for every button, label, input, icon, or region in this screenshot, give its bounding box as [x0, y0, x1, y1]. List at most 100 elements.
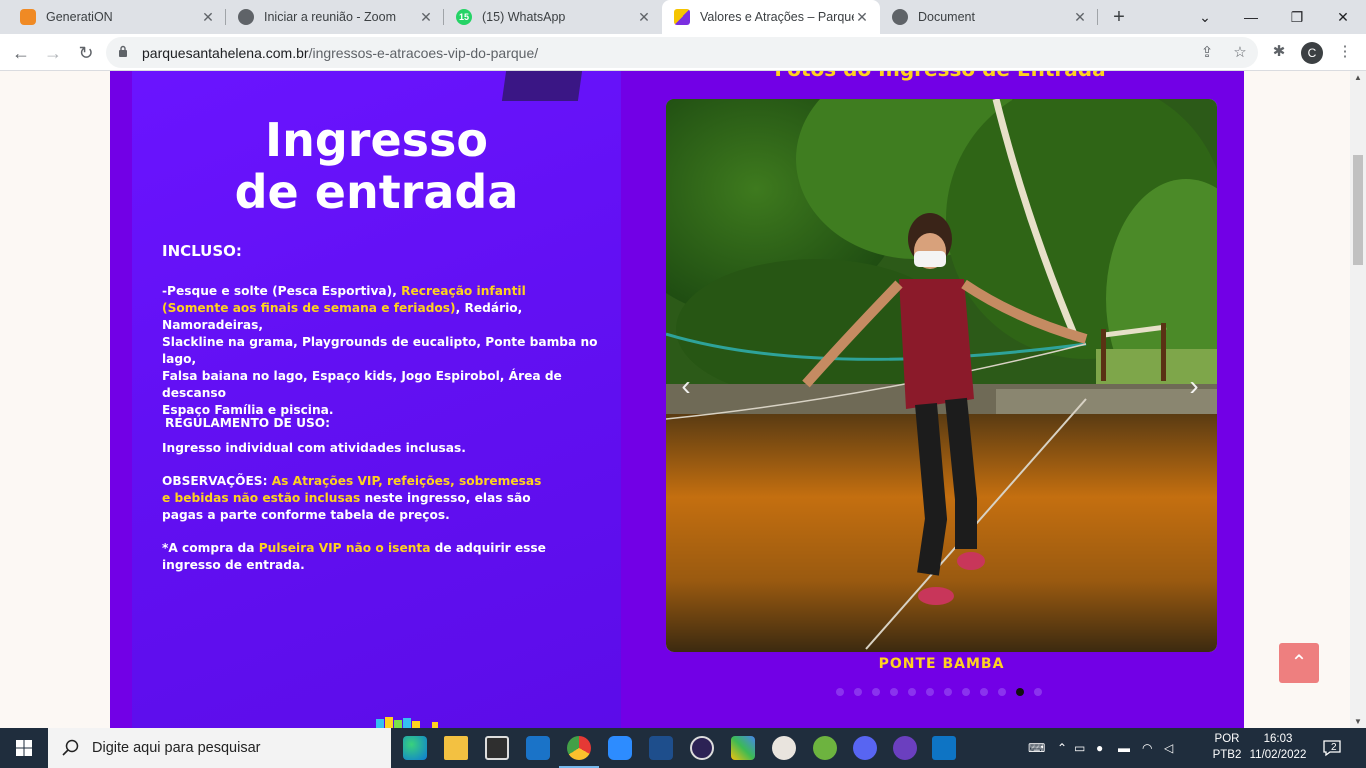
tab-whatsapp[interactable]: 15 (15) WhatsApp ✕ [444, 0, 662, 34]
tab-title: Iniciar a reunião - Zoom [264, 10, 397, 24]
gallery-dot[interactable] [908, 688, 916, 696]
vip-note-text: *A compra da Pulseira VIP não o isenta d… [162, 541, 546, 572]
tab-document[interactable]: Document ✕ [880, 0, 1098, 34]
scroll-up-icon[interactable]: ▲ [1354, 73, 1362, 82]
tab-parque-active[interactable]: Valores e Atrações – Parque Sa ✕ [662, 0, 880, 34]
gallery-dot[interactable] [926, 688, 934, 696]
gallery-dot[interactable] [944, 688, 952, 696]
chrome-icon[interactable] [559, 736, 599, 768]
extensions-icon[interactable]: ✱ [1270, 43, 1288, 61]
slide-photo[interactable] [666, 99, 1217, 652]
included-heading: INCLUSO: [162, 242, 242, 260]
lock-icon [119, 45, 127, 57]
clock[interactable]: 16:03 11/02/2022 [1246, 731, 1310, 763]
close-tab-icon[interactable]: ✕ [418, 9, 434, 26]
rules-text: Ingresso individual com atividades inclu… [162, 441, 466, 455]
url-text: parquesantahelena.com.br/ingressos-e-atr… [142, 45, 539, 61]
browser-toolbar: ← → ↻ parquesantahelena.com.br/ingressos… [0, 34, 1366, 71]
language-indicator[interactable]: POR PTB2 [1212, 731, 1242, 763]
start-button[interactable] [0, 728, 48, 768]
tab-title: Generati​ON [46, 10, 113, 24]
spring-tools-icon[interactable] [813, 736, 837, 760]
gallery-dot[interactable] [872, 688, 880, 696]
tab-search-icon[interactable]: ⌄ [1182, 0, 1228, 34]
gallery-dot[interactable] [1016, 688, 1024, 696]
gallery-prev-icon[interactable]: ‹ [676, 371, 696, 401]
bookmark-star-icon[interactable]: ☆ [1231, 44, 1249, 62]
vscode-icon[interactable] [932, 736, 956, 760]
battery-icon[interactable]: ▬ [1118, 741, 1142, 755]
microphone-icon[interactable]: ● [1096, 741, 1118, 755]
park-logo-partial [376, 717, 438, 728]
close-tab-icon[interactable]: ✕ [854, 9, 870, 26]
git-icon[interactable] [731, 736, 755, 760]
scroll-down-icon[interactable]: ▼ [1354, 717, 1362, 726]
ticket-flyer-image: Ingresso de entrada INCLUSO: -Pesque e s… [132, 71, 621, 728]
gallery-dot[interactable] [836, 688, 844, 696]
taskbar-search-input[interactable]: Digite aqui para pesquisar [48, 728, 391, 768]
keyboard-icon[interactable]: ⌨ [1028, 741, 1050, 755]
close-tab-icon[interactable]: ✕ [1072, 9, 1088, 26]
search-icon [62, 739, 79, 756]
tab-title: Document [918, 10, 975, 24]
mysql-workbench-icon[interactable] [649, 736, 673, 760]
address-bar[interactable]: parquesantahelena.com.br/ingressos-e-atr… [106, 37, 1258, 68]
gallery-dot[interactable] [998, 688, 1006, 696]
back-icon[interactable]: ← [9, 41, 33, 65]
gallery-dot[interactable] [890, 688, 898, 696]
cloud-icon [20, 9, 36, 25]
clock-time: 16:03 [1263, 733, 1293, 745]
windows-logo-icon [16, 740, 32, 756]
restore-icon[interactable]: ❐ [1274, 0, 1320, 34]
rules-heading: REGULAMENTO DE USO: [165, 416, 330, 430]
profile-avatar[interactable]: C [1301, 42, 1323, 64]
eclipse-ide-icon[interactable] [893, 736, 917, 760]
minimize-icon[interactable]: — [1228, 0, 1274, 34]
search-placeholder: Digite aqui para pesquisar [92, 740, 261, 756]
globe-icon [892, 9, 908, 25]
store-icon[interactable] [485, 736, 509, 760]
show-hidden-icons-icon[interactable]: ⌃ [1050, 741, 1074, 755]
reload-icon[interactable]: ↻ [74, 41, 98, 65]
gallery-next-icon[interactable]: › [1184, 371, 1204, 401]
edge-icon[interactable] [403, 736, 427, 760]
gallery-dot[interactable] [1034, 688, 1042, 696]
mail-icon[interactable] [526, 736, 550, 760]
scroll-to-top-button[interactable]: ⌃ [1279, 643, 1319, 683]
zoom-icon[interactable] [608, 736, 632, 760]
flyer-title-line2: de entrada [234, 165, 519, 219]
windows-taskbar: Digite aqui para pesquisar ⌨ ⌃ ▭ ● ▬ ◠ ◁… [0, 728, 1366, 768]
volume-icon[interactable]: ◁ [1164, 741, 1184, 755]
scrollbar-thumb[interactable] [1353, 155, 1363, 265]
menu-kebab-icon[interactable]: ⋮ [1336, 43, 1354, 61]
paint-icon[interactable] [772, 736, 796, 760]
close-window-icon[interactable]: ✕ [1320, 0, 1366, 34]
tab-generation[interactable]: Generati​ON ✕ [8, 0, 226, 34]
eclipse-icon[interactable] [690, 736, 714, 760]
file-explorer-icon[interactable] [444, 736, 468, 760]
tab-title: (15) WhatsApp [482, 10, 566, 24]
tab-strip: Generati​ON ✕ Iniciar a reunião - Zoom ✕… [0, 0, 1366, 34]
gallery-dot[interactable] [980, 688, 988, 696]
share-icon[interactable]: ⇪ [1198, 44, 1216, 62]
tab-zoom[interactable]: Iniciar a reunião - Zoom ✕ [226, 0, 444, 34]
tab-title: Valores e Atrações – Parque Sa [700, 10, 854, 24]
page-scrollbar[interactable]: ▲ ▼ [1350, 71, 1366, 728]
flyer-title-line1: Ingresso [264, 113, 489, 167]
notifications-icon[interactable]: 2 [1322, 738, 1342, 758]
gallery-dot[interactable] [962, 688, 970, 696]
page-viewport: Ingresso de entrada INCLUSO: -Pesque e s… [0, 71, 1350, 728]
close-tab-icon[interactable]: ✕ [636, 9, 652, 26]
slide-caption: PONTE BAMBA [878, 656, 1005, 672]
meet-now-icon[interactable]: ▭ [1074, 741, 1096, 755]
park-icon [674, 9, 690, 25]
gallery-dot[interactable] [854, 688, 862, 696]
close-tab-icon[interactable]: ✕ [200, 9, 216, 26]
forward-icon[interactable]: → [41, 41, 65, 65]
gallery-pagination [836, 688, 1042, 696]
new-tab-button[interactable]: + [1108, 6, 1130, 28]
flyer-ribbon [501, 71, 583, 101]
whatsapp-icon: 15 [456, 9, 472, 25]
discord-icon[interactable] [853, 736, 877, 760]
wifi-icon[interactable]: ◠ [1142, 741, 1164, 755]
